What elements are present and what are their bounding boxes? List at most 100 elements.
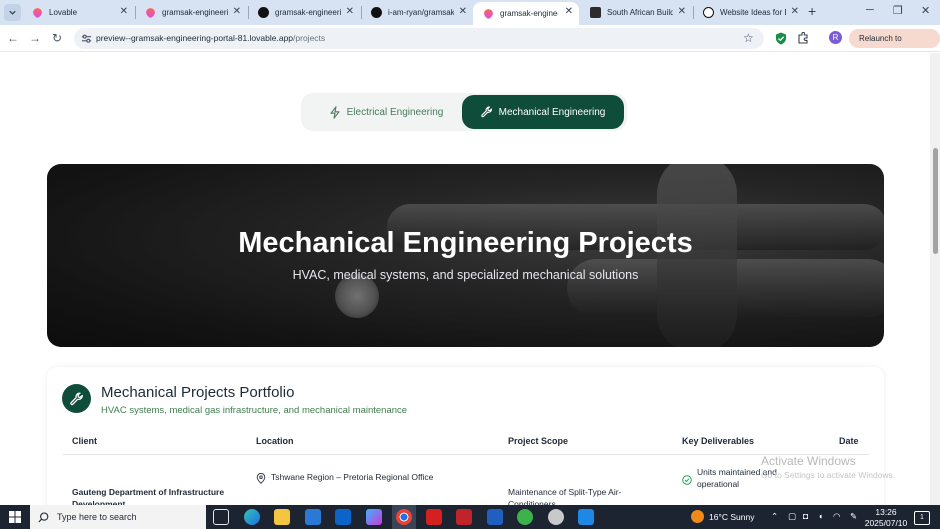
lightning-icon xyxy=(329,105,341,119)
store-icon[interactable] xyxy=(305,509,321,525)
windows-taskbar: Type here to search 16°C Sunny ⌃ ▢ ◘ ◖ ◠… xyxy=(0,505,940,529)
search-placeholder: Type here to search xyxy=(57,512,137,522)
new-tab-button[interactable]: + xyxy=(808,3,816,19)
close-tab-icon[interactable]: ✕ xyxy=(791,6,799,17)
tab-title: gramsak-engineerin xyxy=(162,8,228,17)
outlook-icon[interactable] xyxy=(335,509,351,525)
tab-electrical-engineering[interactable]: Electrical Engineering xyxy=(311,99,461,125)
tab-title: Website Ideas for Bu xyxy=(720,8,786,17)
profile-avatar[interactable]: R xyxy=(829,31,842,44)
windows-activation-watermark: Activate Windows xyxy=(761,454,856,468)
tray-device-icon[interactable]: ▢ xyxy=(788,511,796,522)
browser-toolbar: ← → ↻ preview--gramsak-engineering-porta… xyxy=(0,25,940,62)
url-text: preview--gramsak-engineering-portal-81.l… xyxy=(96,33,325,43)
map-pin-icon xyxy=(256,471,266,489)
file-explorer-icon[interactable] xyxy=(274,509,290,525)
lovable-heart-icon xyxy=(31,6,44,19)
cell-location: Tshwane Region – Pretoria Regional Offic… xyxy=(271,472,434,482)
close-tab-icon[interactable]: ✕ xyxy=(565,6,573,17)
notification-center-icon[interactable]: 1 xyxy=(914,511,930,525)
browser-tab-5-active[interactable]: gramsak-engineerin ✕ xyxy=(473,2,579,25)
check-circle-icon xyxy=(682,472,692,490)
close-tab-icon[interactable]: ✕ xyxy=(346,6,354,17)
scrollbar-thumb[interactable] xyxy=(933,148,938,254)
hero-banner: Mechanical Engineering Projects HVAC, me… xyxy=(47,164,884,347)
browser-tab-3[interactable]: gramsak-engineerin ✕ xyxy=(248,2,360,23)
minimize-icon[interactable]: ─ xyxy=(866,4,874,16)
acrobat-icon[interactable] xyxy=(426,509,442,525)
tab-title: gramsak-engineerin xyxy=(500,9,558,18)
tab-mechanical-label: Mechanical Engineering xyxy=(498,106,606,118)
clock-date[interactable]: 2025/07/10 xyxy=(864,518,908,528)
photos-icon[interactable] xyxy=(366,509,382,525)
tab-title: gramsak-engineerin xyxy=(275,8,341,17)
tray-meet-icon[interactable]: ◘ xyxy=(803,511,808,521)
extensions-puzzle-icon[interactable] xyxy=(797,32,809,44)
reload-icon[interactable]: ↻ xyxy=(50,31,64,45)
browser-tab-2[interactable]: gramsak-engineerin ✕ xyxy=(135,2,247,23)
cell-client: Gauteng Department of Infrastructure Dev… xyxy=(72,487,225,505)
page-content: Electrical Engineering Mechanical Engine… xyxy=(0,53,930,505)
restore-icon[interactable]: ❐ xyxy=(893,4,903,17)
portfolio-title: Mechanical Projects Portfolio xyxy=(101,384,295,401)
chrome-icon[interactable] xyxy=(396,509,412,525)
close-tab-icon[interactable]: ✕ xyxy=(459,6,467,17)
volume-icon[interactable]: ◖ xyxy=(818,511,823,521)
browser-tab-4[interactable]: i-am-ryan/gramsak- ✕ xyxy=(361,2,473,23)
browser-tab-7[interactable]: Website Ideas for Bu ✕ xyxy=(693,2,805,23)
tab-search-button[interactable] xyxy=(4,4,21,21)
weather-sun-icon[interactable] xyxy=(691,510,704,523)
word-icon[interactable] xyxy=(487,509,503,525)
pen-icon[interactable]: ✎ xyxy=(850,511,857,522)
lovable-heart-icon xyxy=(482,7,495,20)
weather-text[interactable]: 16°C Sunny xyxy=(709,512,754,522)
tab-title: i-am-ryan/gramsak- xyxy=(388,8,454,17)
relaunch-to-update-button[interactable]: Relaunch to update⋮ xyxy=(849,29,940,62)
windows-activation-hint: Go to Settings to activate Windows. xyxy=(761,470,896,480)
app-icon[interactable] xyxy=(548,509,564,525)
taskbar-search-box[interactable]: Type here to search xyxy=(30,505,206,529)
chatgpt-icon xyxy=(703,7,714,18)
tab-mechanical-engineering[interactable]: Mechanical Engineering xyxy=(462,95,624,129)
tab-title: Lovable xyxy=(49,8,78,17)
shield-extension-icon[interactable] xyxy=(775,32,787,45)
close-tab-icon[interactable]: ✕ xyxy=(678,6,686,17)
forward-icon[interactable]: → xyxy=(28,31,42,45)
search-icon xyxy=(38,511,49,522)
address-bar[interactable]: preview--gramsak-engineering-portal-81.l… xyxy=(74,28,764,49)
lovable-heart-icon xyxy=(144,6,157,19)
cell-project-scope: Maintenance of Split-Type Air-Conditione… xyxy=(508,487,622,505)
show-hidden-icons-icon[interactable]: ⌃ xyxy=(771,511,778,522)
wrench-icon xyxy=(480,106,493,118)
back-icon[interactable]: ← xyxy=(6,31,20,45)
clock-time[interactable]: 13:26 xyxy=(867,507,905,517)
windows-logo-icon xyxy=(9,511,21,523)
url-path: /projects xyxy=(293,33,326,43)
github-icon xyxy=(258,7,269,18)
antivirus-shield-icon[interactable] xyxy=(456,509,472,525)
edge-icon[interactable] xyxy=(244,509,260,525)
site-settings-icon[interactable] xyxy=(81,33,92,44)
close-tab-icon[interactable]: ✕ xyxy=(233,6,241,17)
bookmark-star-icon[interactable]: ☆ xyxy=(743,31,754,45)
hero-title: Mechanical Engineering Projects xyxy=(238,227,693,259)
browser-tab-strip: Lovable ✕ gramsak-engineerin ✕ gramsak-e… xyxy=(0,0,940,25)
browser-tab-6[interactable]: South African Buildi ✕ xyxy=(580,2,692,23)
header-divider xyxy=(62,454,869,455)
page-scrollbar[interactable] xyxy=(930,53,940,505)
column-header-client: Client xyxy=(72,436,98,446)
projects-portfolio-card: Mechanical Projects Portfolio HVAC syste… xyxy=(47,367,884,505)
close-tab-icon[interactable]: ✕ xyxy=(120,6,128,17)
tab-electrical-label: Electrical Engineering xyxy=(346,106,444,118)
window-close-icon[interactable]: ✕ xyxy=(921,4,930,17)
torrent-icon[interactable] xyxy=(517,509,533,525)
network-icon[interactable]: ◠ xyxy=(833,511,840,522)
task-view-icon[interactable] xyxy=(213,509,229,525)
browser-tab-1[interactable]: Lovable ✕ xyxy=(22,2,134,23)
notification-count: 1 xyxy=(920,514,924,521)
wrench-icon xyxy=(62,384,91,413)
hero-subtitle: HVAC, medical systems, and specialized m… xyxy=(292,268,639,282)
discipline-toggle: Electrical Engineering Mechanical Engine… xyxy=(301,93,627,131)
start-button[interactable] xyxy=(0,505,30,529)
vscode-icon[interactable] xyxy=(578,509,594,525)
